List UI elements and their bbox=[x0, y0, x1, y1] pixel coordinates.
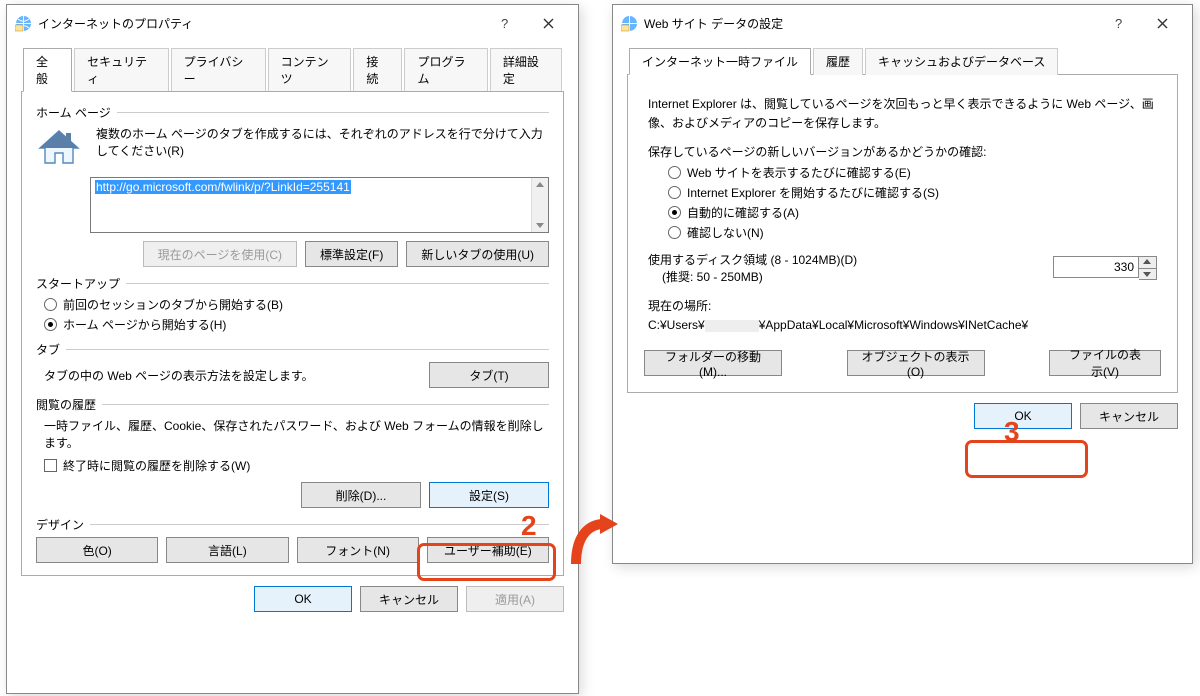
check-never-radio[interactable]: 確認しない(N) bbox=[668, 224, 1161, 241]
check-newer-title: 保存しているページの新しいバージョンがあるかどうかの確認: bbox=[648, 143, 1161, 160]
dialog-button-bar: OK キャンセル 適用(A) bbox=[7, 576, 578, 624]
help-button[interactable]: ? bbox=[1096, 11, 1140, 35]
internet-options-icon bbox=[621, 15, 638, 32]
tabstrip: インターネット一時ファイル 履歴 キャッシュおよびデータベース bbox=[627, 47, 1178, 74]
home-icon bbox=[36, 125, 82, 171]
history-group: 閲覧の履歴 一時ファイル、履歴、Cookie、保存されたパスワード、および We… bbox=[36, 396, 549, 508]
tab-advanced[interactable]: 詳細設定 bbox=[490, 48, 562, 92]
apply-button: 適用(A) bbox=[466, 586, 564, 612]
website-data-settings-dialog: Web サイト データの設定 ? インターネット一時ファイル 履歴 キャッシュお… bbox=[612, 4, 1193, 564]
tab-connections[interactable]: 接続 bbox=[353, 48, 402, 92]
tabs-group-title: タブ bbox=[36, 341, 60, 358]
location-title: 現在の場所: bbox=[648, 297, 1161, 314]
history-settings-button[interactable]: 設定(S) bbox=[429, 482, 549, 508]
use-default-button[interactable]: 標準設定(F) bbox=[305, 241, 398, 267]
use-current-page-button: 現在のページを使用(C) bbox=[143, 241, 297, 267]
startup-homepage-radio[interactable]: ホーム ページから開始する(H) bbox=[44, 316, 549, 333]
title-text: Web サイト データの設定 bbox=[644, 15, 1096, 32]
titlebar[interactable]: インターネットのプロパティ ? bbox=[7, 5, 578, 39]
homepage-url-value: http://go.microsoft.com/fwlink/p/?LinkId… bbox=[95, 180, 351, 194]
startup-title: スタートアップ bbox=[36, 275, 120, 292]
homepage-hint: 複数のホーム ページのタブを作成するには、それぞれのアドレスを行で分けて入力して… bbox=[96, 125, 549, 171]
disk-space-spinner[interactable] bbox=[1053, 256, 1157, 280]
view-objects-button[interactable]: オブジェクトの表示(O) bbox=[847, 350, 985, 376]
tab-programs[interactable]: プログラム bbox=[404, 48, 487, 92]
general-panel: ホーム ページ 複数のホーム ページのタブを作成するには、それぞれのアドレスを行… bbox=[21, 91, 564, 576]
redacted-username bbox=[705, 320, 759, 332]
tab-security[interactable]: セキュリティ bbox=[74, 48, 169, 92]
titlebar[interactable]: Web サイト データの設定 ? bbox=[613, 5, 1192, 39]
startup-group: スタートアップ 前回のセッションのタブから開始する(B) ホーム ページから開始… bbox=[36, 275, 549, 333]
tabs-button[interactable]: タブ(T) bbox=[429, 362, 549, 388]
disk-space-label: 使用するディスク領域 (8 - 1024MB)(D) bbox=[648, 251, 857, 268]
history-delete-button[interactable]: 削除(D)... bbox=[301, 482, 421, 508]
spin-up[interactable] bbox=[1139, 257, 1156, 268]
startup-last-session-radio[interactable]: 前回のセッションのタブから開始する(B) bbox=[44, 296, 549, 313]
cancel-button[interactable]: キャンセル bbox=[1080, 403, 1178, 429]
tab-general[interactable]: 全般 bbox=[23, 48, 72, 92]
annotation-step-2: 2 bbox=[521, 512, 537, 540]
ok-button[interactable]: OK bbox=[254, 586, 352, 612]
check-every-visit-radio[interactable]: Web サイトを表示するたびに確認する(E) bbox=[668, 164, 1161, 181]
internet-properties-dialog: インターネットのプロパティ ? 全般 セキュリティ プライバシー コンテンツ 接… bbox=[6, 4, 579, 694]
scrollbar[interactable] bbox=[531, 178, 548, 232]
svg-text:?: ? bbox=[1115, 16, 1122, 30]
colors-button[interactable]: 色(O) bbox=[36, 537, 158, 563]
help-button[interactable]: ? bbox=[482, 11, 526, 35]
move-folder-button[interactable]: フォルダーの移動(M)... bbox=[644, 350, 782, 376]
dialog-button-bar: OK キャンセル bbox=[613, 393, 1192, 441]
tab-cache-db[interactable]: キャッシュおよびデータベース bbox=[865, 48, 1058, 75]
close-button[interactable] bbox=[1140, 11, 1184, 35]
design-title: デザイン bbox=[36, 516, 84, 533]
design-group: デザイン 色(O) 言語(L) フォント(N) ユーザー補助(E) bbox=[36, 516, 549, 563]
view-files-button[interactable]: ファイルの表示(V) bbox=[1049, 350, 1161, 376]
delete-on-exit-checkbox[interactable]: 終了時に閲覧の履歴を削除する(W) bbox=[44, 457, 549, 474]
languages-button[interactable]: 言語(L) bbox=[166, 537, 288, 563]
homepage-url-textarea[interactable]: http://go.microsoft.com/fwlink/p/?LinkId… bbox=[90, 177, 549, 233]
tab-temp-files[interactable]: インターネット一時ファイル bbox=[629, 48, 811, 75]
ok-button[interactable]: OK bbox=[974, 403, 1072, 429]
annotation-step-3: 3 bbox=[1004, 418, 1020, 446]
history-title: 閲覧の履歴 bbox=[36, 396, 96, 413]
history-desc: 一時ファイル、履歴、Cookie、保存されたパスワード、および Web フォーム… bbox=[44, 417, 549, 451]
fonts-button[interactable]: フォント(N) bbox=[297, 537, 419, 563]
disk-space-input[interactable] bbox=[1053, 256, 1139, 278]
tab-history[interactable]: 履歴 bbox=[813, 48, 863, 75]
check-auto-radio[interactable]: 自動的に確認する(A) bbox=[668, 204, 1161, 221]
annotation-arrow bbox=[570, 514, 618, 573]
location-path: C:¥Users¥¥AppData¥Local¥Microsoft¥Window… bbox=[648, 318, 1157, 332]
tabstrip: 全般 セキュリティ プライバシー コンテンツ 接続 プログラム 詳細設定 bbox=[21, 47, 564, 91]
tabs-group: タブ タブの中の Web ページの表示方法を設定します。 タブ(T) bbox=[36, 341, 549, 388]
tab-content[interactable]: コンテンツ bbox=[268, 48, 352, 92]
tab-privacy[interactable]: プライバシー bbox=[171, 48, 266, 92]
homepage-group: ホーム ページ 複数のホーム ページのタブを作成するには、それぞれのアドレスを行… bbox=[36, 104, 549, 267]
title-text: インターネットのプロパティ bbox=[38, 15, 482, 32]
disk-space-recommend: (推奨: 50 - 250MB) bbox=[662, 268, 857, 285]
internet-options-icon bbox=[15, 15, 32, 32]
svg-text:?: ? bbox=[501, 16, 508, 30]
close-button[interactable] bbox=[526, 11, 570, 35]
temp-files-desc: Internet Explorer は、閲覧しているページを次回もっと早く表示で… bbox=[648, 95, 1157, 133]
cancel-button[interactable]: キャンセル bbox=[360, 586, 458, 612]
temp-files-panel: Internet Explorer は、閲覧しているページを次回もっと早く表示で… bbox=[627, 74, 1178, 393]
check-every-start-radio[interactable]: Internet Explorer を開始するたびに確認する(S) bbox=[668, 184, 1161, 201]
homepage-title: ホーム ページ bbox=[36, 104, 111, 121]
spin-down[interactable] bbox=[1139, 268, 1156, 279]
use-new-tab-button[interactable]: 新しいタブの使用(U) bbox=[406, 241, 549, 267]
tabs-desc: タブの中の Web ページの表示方法を設定します。 bbox=[44, 367, 314, 384]
